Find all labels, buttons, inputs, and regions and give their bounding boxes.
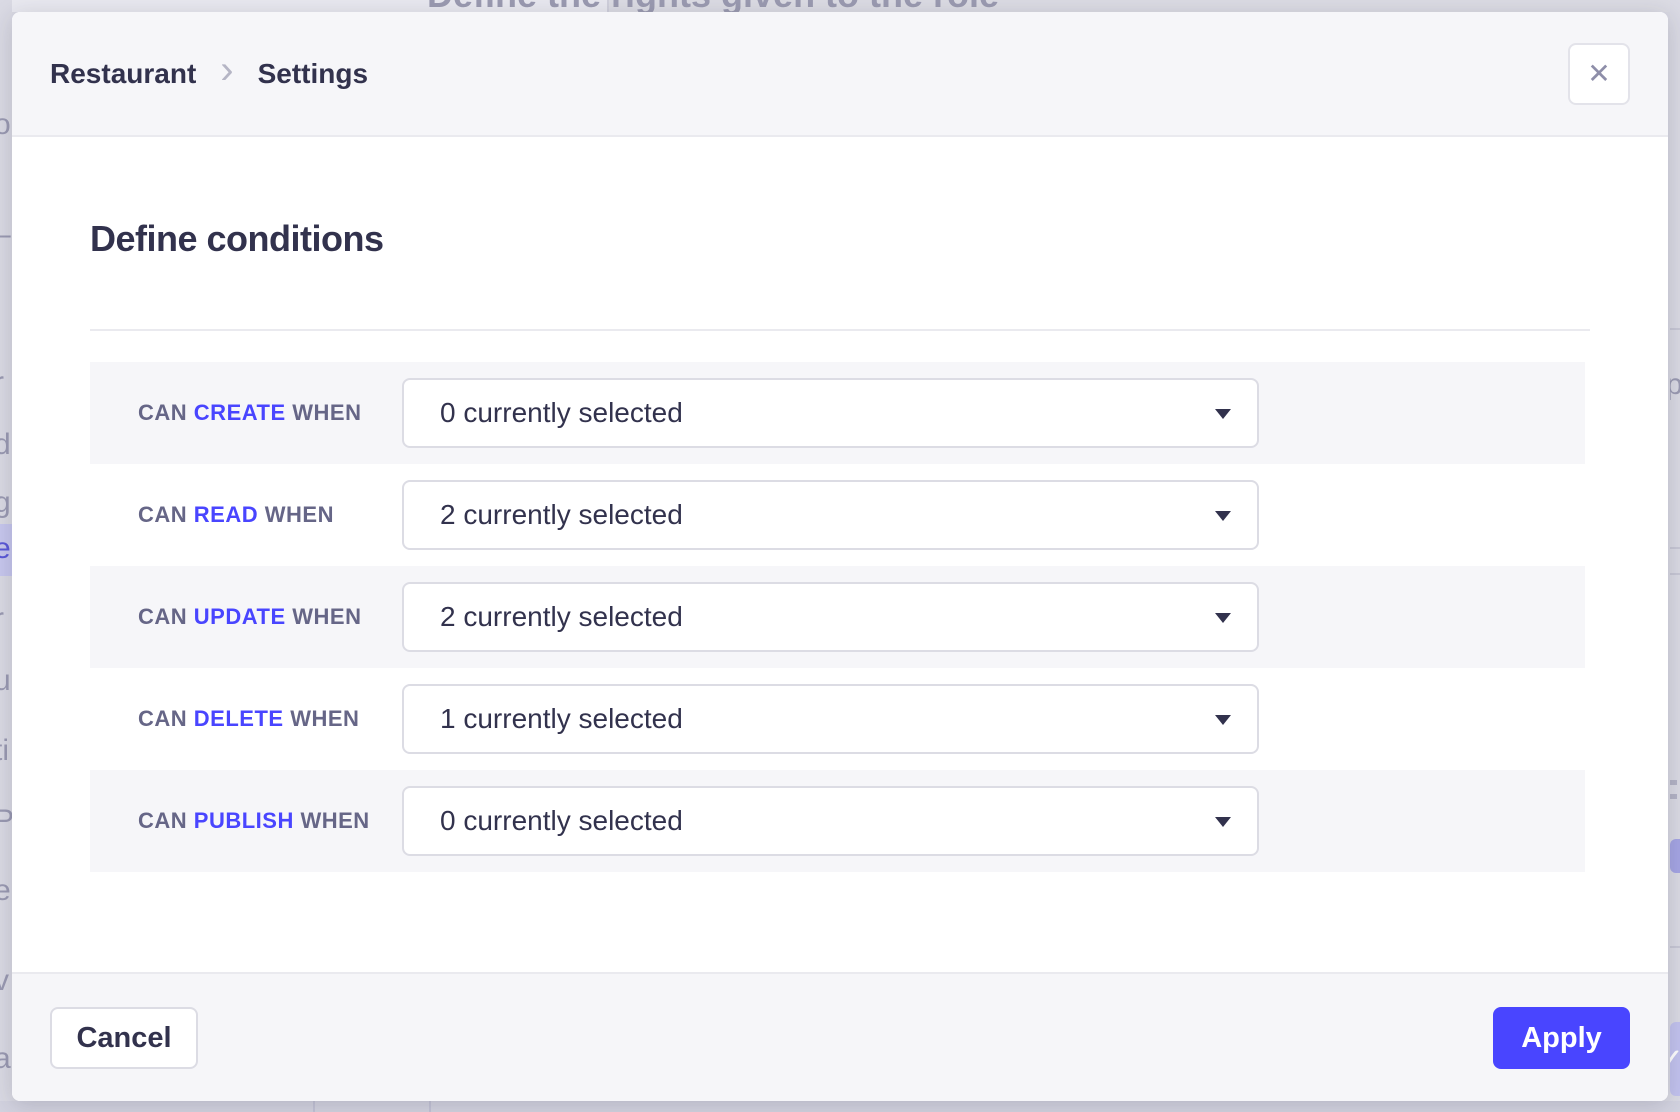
modal-header: Restaurant › Settings ✕: [12, 12, 1668, 137]
label-action: DELETE: [194, 706, 284, 731]
breadcrumb-root: Restaurant: [50, 58, 196, 90]
background-glyph: e: [0, 874, 11, 908]
apply-button[interactable]: Apply: [1493, 1007, 1630, 1069]
label-action: PUBLISH: [194, 808, 294, 833]
background-glyph: p: [1670, 368, 1680, 402]
background-divider: [1670, 547, 1680, 549]
can-delete-when-select[interactable]: 1 currently selected: [402, 684, 1259, 754]
label-action: READ: [194, 502, 258, 527]
label-suffix: WHEN: [300, 808, 369, 833]
background-divider: [1670, 573, 1680, 575]
background-text-fragment: [1670, 780, 1677, 785]
background-glyph: ai: [0, 1042, 12, 1076]
label-suffix: WHEN: [265, 502, 334, 527]
background-glyph: r: [0, 602, 4, 636]
chevron-down-icon: [1215, 511, 1231, 521]
background-page-left: ol – r d g e r u ti P e v ai: [0, 0, 12, 1112]
select-value: 2 currently selected: [404, 601, 683, 633]
background-glyph: e: [0, 532, 11, 566]
breadcrumb: Restaurant › Settings: [50, 12, 368, 135]
select-value: 2 currently selected: [404, 499, 683, 531]
background-glyph: u: [0, 664, 11, 698]
row-can-delete: CAN DELETE WHEN 1 currently selected: [90, 668, 1585, 770]
background-page-bottom: [0, 1101, 1680, 1112]
row-label: CAN PUBLISH WHEN: [90, 808, 402, 834]
background-glyph: P: [0, 804, 12, 838]
row-can-publish: CAN PUBLISH WHEN 0 currently selected: [90, 770, 1585, 872]
label-action: UPDATE: [194, 604, 286, 629]
background-glyph: v: [0, 964, 9, 998]
background-glyph: ti: [0, 734, 9, 768]
label-prefix: CAN: [138, 502, 187, 527]
background-glyph: r: [0, 366, 4, 400]
settings-modal: Restaurant › Settings ✕ Define condition…: [12, 12, 1668, 1101]
can-update-when-select[interactable]: 2 currently selected: [402, 582, 1259, 652]
label-prefix: CAN: [138, 808, 187, 833]
background-text-fragment: [1670, 794, 1677, 799]
modal-footer: Cancel Apply: [12, 972, 1668, 1101]
row-label: CAN READ WHEN: [90, 502, 402, 528]
row-can-read: CAN READ WHEN 2 currently selected: [90, 464, 1585, 566]
chevron-down-icon: [1215, 715, 1231, 725]
chevron-right-icon: ›: [220, 56, 233, 92]
row-can-update: CAN UPDATE WHEN 2 currently selected: [90, 566, 1585, 668]
row-label: CAN UPDATE WHEN: [90, 604, 402, 630]
background-glyph: ol: [0, 108, 12, 142]
select-value: 0 currently selected: [404, 397, 683, 429]
chevron-down-icon: [1215, 613, 1231, 623]
label-action: CREATE: [194, 400, 286, 425]
background-glyph: g: [0, 486, 11, 520]
background-divider: [1670, 328, 1680, 330]
label-suffix: WHEN: [290, 706, 359, 731]
background-glyph: d: [0, 428, 11, 462]
breadcrumb-current: Settings: [258, 58, 368, 90]
background-button-fragment: [1670, 839, 1680, 873]
row-label: CAN CREATE WHEN: [90, 400, 402, 426]
conditions-table: CAN CREATE WHEN 0 currently selected CAN…: [90, 362, 1585, 872]
can-publish-when-select[interactable]: 0 currently selected: [402, 786, 1259, 856]
select-value: 0 currently selected: [404, 805, 683, 837]
row-label: CAN DELETE WHEN: [90, 706, 402, 732]
background-page-top: Define the rights given to the role: [0, 0, 1680, 12]
select-value: 1 currently selected: [404, 703, 683, 735]
background-save-button-fragment: ✓: [1670, 1022, 1680, 1096]
background-page-heading: Define the rights given to the role: [427, 0, 999, 12]
title-divider: [90, 329, 1590, 331]
background-column-line: [429, 1101, 431, 1112]
background-divider: [1670, 946, 1680, 948]
label-prefix: CAN: [138, 604, 187, 629]
page-title: Define conditions: [90, 218, 384, 260]
background-page-right: p ✓: [1670, 0, 1680, 1112]
label-prefix: CAN: [138, 400, 187, 425]
chevron-down-icon: [1215, 817, 1231, 827]
close-button[interactable]: ✕: [1568, 43, 1630, 105]
can-read-when-select[interactable]: 2 currently selected: [402, 480, 1259, 550]
label-prefix: CAN: [138, 706, 187, 731]
label-suffix: WHEN: [292, 604, 361, 629]
can-create-when-select[interactable]: 0 currently selected: [402, 378, 1259, 448]
background-glyph: –: [0, 218, 11, 252]
background-column-line: [313, 1101, 315, 1112]
chevron-down-icon: [1215, 409, 1231, 419]
cancel-button[interactable]: Cancel: [50, 1007, 198, 1069]
close-icon: ✕: [1587, 60, 1610, 88]
label-suffix: WHEN: [292, 400, 361, 425]
row-can-create: CAN CREATE WHEN 0 currently selected: [90, 362, 1585, 464]
